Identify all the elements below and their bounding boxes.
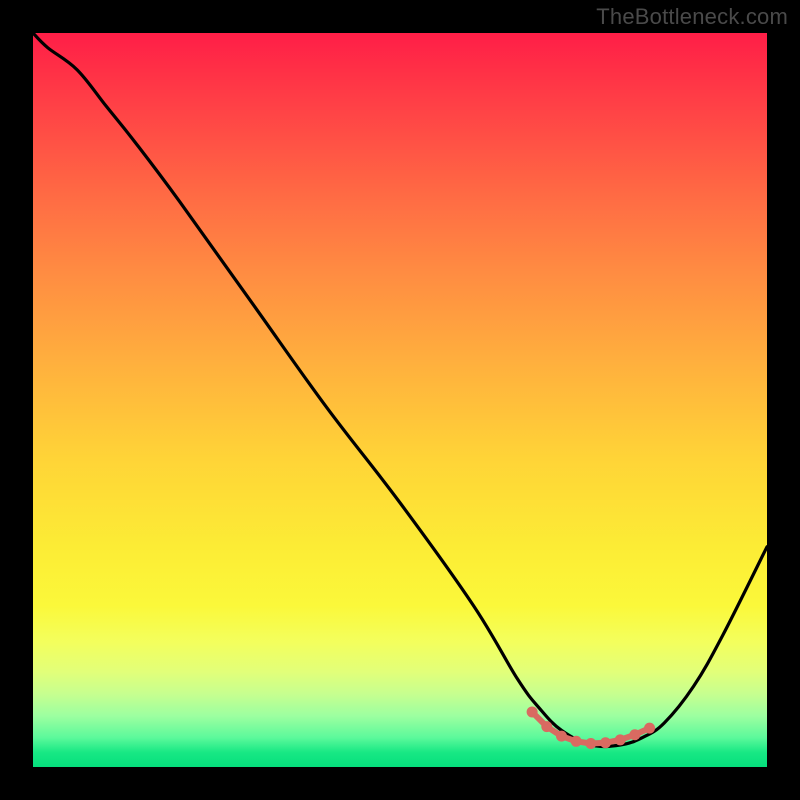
curve-svg [33, 33, 767, 767]
valley-highlight-dots [527, 706, 655, 749]
plot-area [33, 33, 767, 767]
chart-container: TheBottleneck.com [0, 0, 800, 800]
bottleneck-curve-line [33, 33, 767, 747]
watermark-text: TheBottleneck.com [596, 4, 788, 30]
